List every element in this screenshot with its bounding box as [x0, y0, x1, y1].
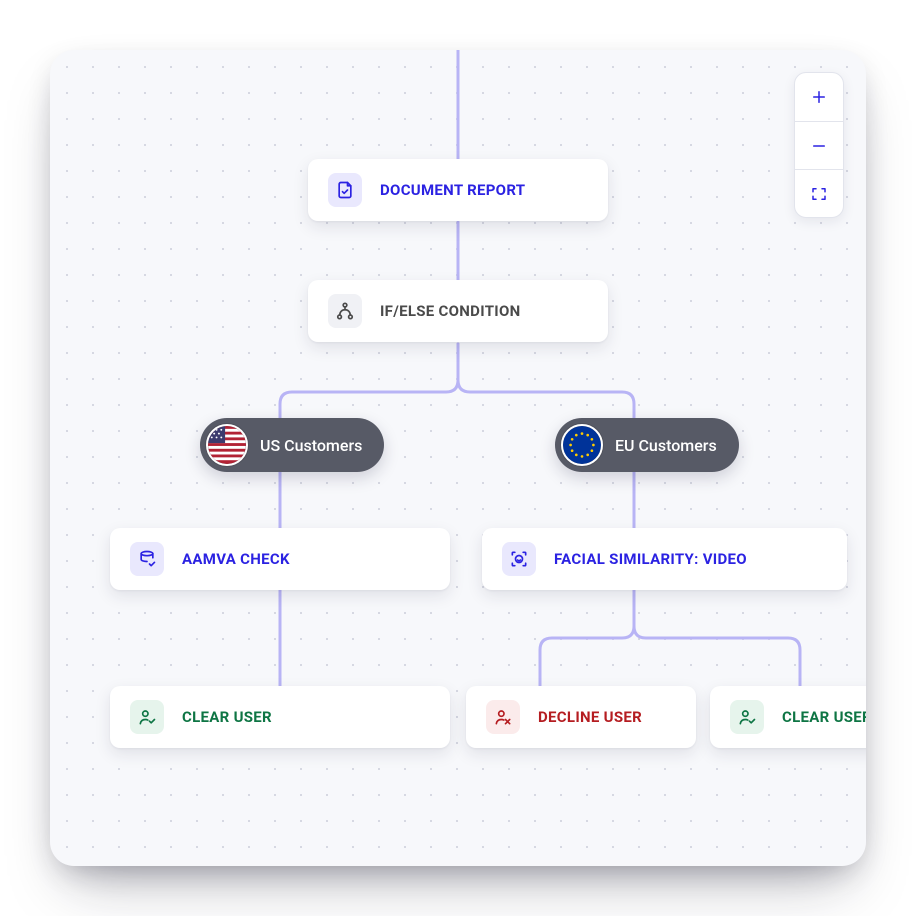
zoom-fit-button[interactable]: [795, 169, 843, 217]
node-label: CLEAR USER: [782, 708, 866, 726]
node-clear-user-eu[interactable]: CLEAR USER: [710, 686, 866, 748]
branch-label: US Customers: [260, 436, 362, 455]
node-document-report[interactable]: DOCUMENT REPORT: [308, 159, 608, 221]
node-label: DECLINE USER: [538, 708, 642, 726]
zoom-out-button[interactable]: [795, 121, 843, 169]
node-condition[interactable]: IF/ELSE CONDITION: [308, 280, 608, 342]
face-scan-icon: [502, 542, 536, 576]
zoom-controls: [794, 72, 844, 218]
eu-flag-icon: [561, 424, 603, 466]
zoom-in-button[interactable]: [795, 73, 843, 121]
node-aamva-check[interactable]: AAMVA CHECK: [110, 528, 450, 590]
node-label: IF/ELSE CONDITION: [380, 302, 521, 320]
user-check-icon: [130, 700, 164, 734]
node-label: DOCUMENT REPORT: [380, 181, 525, 199]
user-check-icon: [730, 700, 764, 734]
user-x-icon: [486, 700, 520, 734]
node-decline-user[interactable]: DECLINE USER: [466, 686, 696, 748]
node-label: FACIAL SIMILARITY: VIDEO: [554, 550, 747, 568]
branch-pill-eu[interactable]: EU Customers: [555, 418, 739, 472]
expand-icon: [810, 185, 828, 203]
branch-label: EU Customers: [615, 436, 717, 455]
branch-icon: [328, 294, 362, 328]
plus-icon: [810, 88, 828, 106]
document-check-icon: [328, 173, 362, 207]
node-clear-user-us[interactable]: CLEAR USER: [110, 686, 450, 748]
node-facial-similarity[interactable]: FACIAL SIMILARITY: VIDEO: [482, 528, 847, 590]
branch-pill-us[interactable]: US Customers: [200, 418, 384, 472]
minus-icon: [810, 137, 828, 155]
workflow-canvas[interactable]: DOCUMENT REPORT IF/ELSE CONDITION: [50, 50, 866, 866]
node-label: CLEAR USER: [182, 708, 272, 726]
us-flag-icon: [206, 424, 248, 466]
database-check-icon: [130, 542, 164, 576]
node-label: AAMVA CHECK: [182, 550, 290, 568]
